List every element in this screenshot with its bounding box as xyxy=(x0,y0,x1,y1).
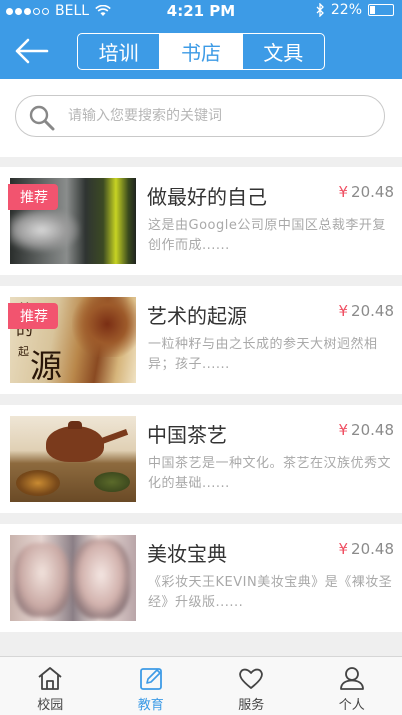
search-box[interactable] xyxy=(15,95,385,137)
book-description: 《彩妆天王KEVIN美妆宝典》是《裸妆圣经》升级版...... xyxy=(148,575,393,610)
price-value: 20.48 xyxy=(351,421,394,439)
tabbar-item-education[interactable]: 教育 xyxy=(101,657,202,715)
app-header: BELL 4:21 PM 22% 培训 书店 文具 xyxy=(0,0,402,79)
tabbar-label: 校园 xyxy=(37,698,64,713)
book-description: 这是由Google公司原中国区总裁李开复创作而成...... xyxy=(148,218,386,253)
book-title: 美妆宝典 xyxy=(147,542,227,566)
book-cover-image xyxy=(10,416,136,502)
book-price: ¥20.48 xyxy=(339,421,395,439)
book-price: ¥20.48 xyxy=(339,540,395,558)
bottom-tab-bar: 校园 教育 服务 个人 xyxy=(0,656,402,715)
currency-symbol: ¥ xyxy=(338,302,349,320)
book-card[interactable]: 中国茶艺 ¥20.48 中国茶艺是一种文化。茶艺在汉族优秀文化的基础...... xyxy=(0,405,402,513)
tab-stationery[interactable]: 文具 xyxy=(243,34,324,69)
edit-icon xyxy=(139,668,162,690)
book-title: 中国茶艺 xyxy=(147,423,227,447)
currency-symbol: ¥ xyxy=(338,183,349,201)
category-segmented-control: 培训 书店 文具 xyxy=(77,33,325,70)
back-arrow-icon[interactable] xyxy=(12,36,50,66)
book-card[interactable]: 艺的 起 源 推荐 艺术的起源 ¥20.48 一粒种籽与由之长成的参天大树迥然相… xyxy=(0,286,402,394)
book-price: ¥20.48 xyxy=(339,183,395,201)
status-bar: BELL 4:21 PM 22% xyxy=(0,0,402,22)
battery-percent: 22% xyxy=(330,2,362,18)
book-title: 艺术的起源 xyxy=(147,304,247,328)
bluetooth-icon xyxy=(316,3,324,17)
currency-symbol: ¥ xyxy=(338,540,349,558)
book-card[interactable]: 推荐 做最好的自己 ¥20.48 这是由Google公司原中国区总裁李开复创作而… xyxy=(0,167,402,275)
book-description: 一粒种籽与由之长成的参天大树迥然相异；孩子...... xyxy=(148,337,378,372)
book-title: 做最好的自己 xyxy=(147,185,267,209)
tab-bookstore[interactable]: 书店 xyxy=(160,34,243,69)
book-card[interactable]: 美妆宝典 ¥20.48 《彩妆天王KEVIN美妆宝典》是《裸妆圣经》升级版...… xyxy=(0,524,402,632)
search-input[interactable] xyxy=(68,102,368,130)
tabbar-item-service[interactable]: 服务 xyxy=(201,657,302,715)
book-description: 中国茶艺是一种文化。茶艺在汉族优秀文化的基础...... xyxy=(148,456,392,491)
tabbar-label: 教育 xyxy=(137,698,164,713)
recommended-badge: 推荐 xyxy=(8,303,58,329)
tab-training[interactable]: 培训 xyxy=(78,34,161,69)
heart-icon xyxy=(239,668,264,689)
battery-icon xyxy=(368,4,394,16)
price-value: 20.48 xyxy=(351,302,394,320)
price-value: 20.48 xyxy=(351,183,394,201)
user-icon xyxy=(339,667,364,690)
tabbar-item-personal[interactable]: 个人 xyxy=(302,657,402,715)
home-icon xyxy=(38,667,62,690)
book-price: ¥20.48 xyxy=(339,302,395,320)
tabbar-item-campus[interactable]: 校园 xyxy=(0,657,101,715)
price-value: 20.48 xyxy=(351,540,394,558)
currency-symbol: ¥ xyxy=(338,421,349,439)
tabbar-label: 个人 xyxy=(338,698,365,713)
search-icon xyxy=(29,105,55,131)
book-cover-image xyxy=(10,535,136,621)
tabbar-label: 服务 xyxy=(238,698,265,713)
recommended-badge: 推荐 xyxy=(8,184,58,210)
search-section xyxy=(0,79,402,157)
